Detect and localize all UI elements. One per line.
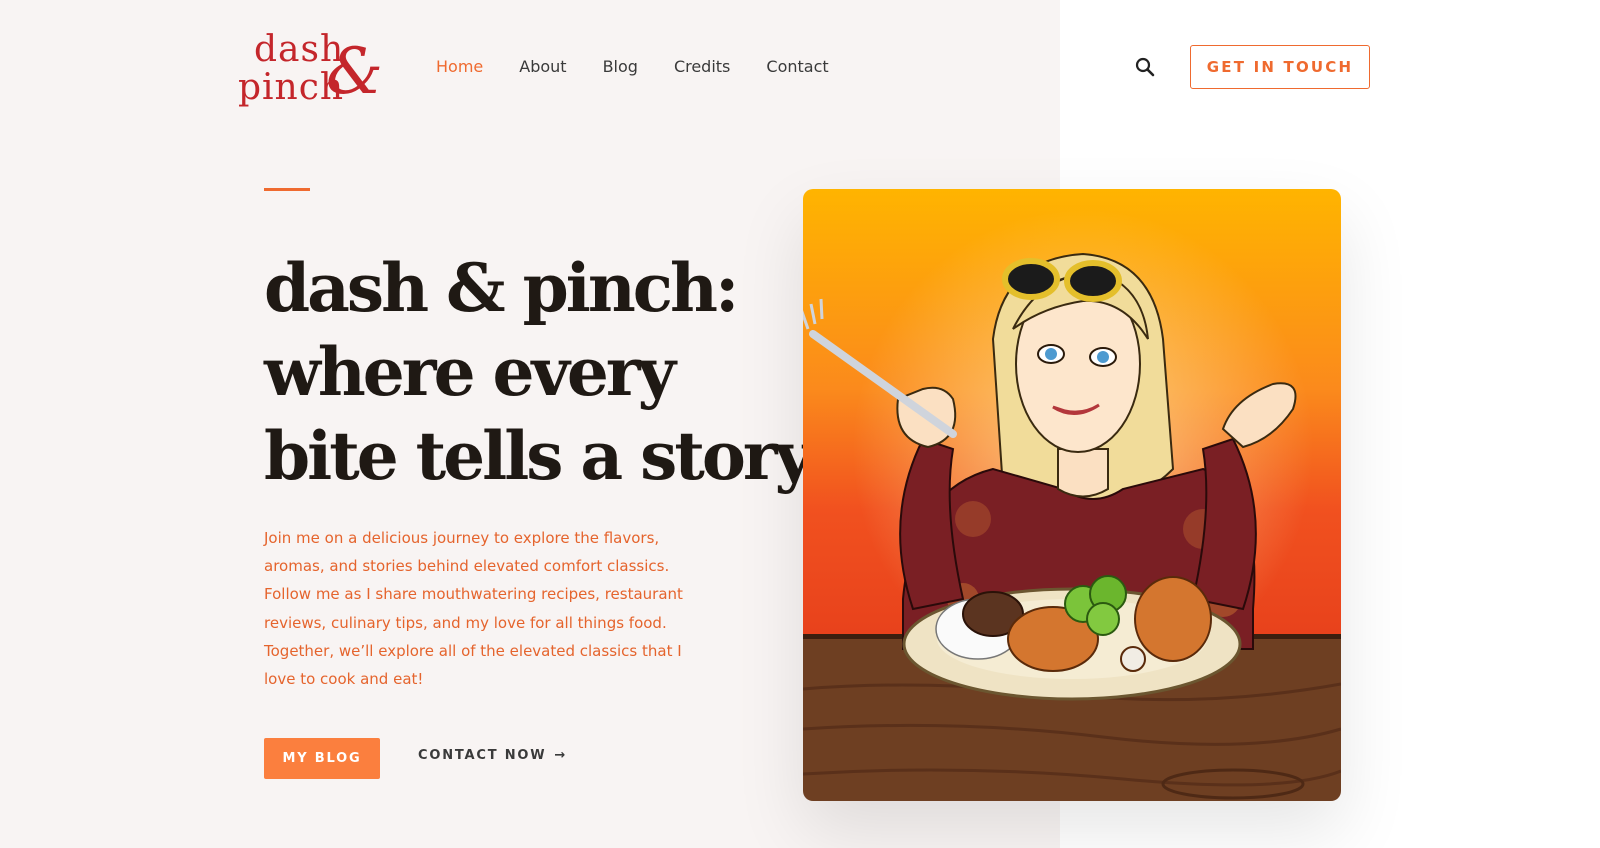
nav-item-contact[interactable]: Contact bbox=[766, 56, 828, 78]
search-icon[interactable] bbox=[1134, 56, 1156, 78]
logo-ampersand: & bbox=[326, 35, 383, 109]
my-blog-button[interactable]: MY BLOG bbox=[264, 738, 380, 779]
nav-item-home[interactable]: Home bbox=[436, 56, 483, 78]
hero-title-line-2: where every bbox=[264, 333, 676, 411]
cartoon-woman-eating-image bbox=[803, 189, 1341, 801]
arrow-right-icon: → bbox=[554, 748, 568, 763]
hero-illustration bbox=[803, 189, 1341, 801]
hero-title-line-3: bite tells a story bbox=[264, 417, 813, 495]
site-logo[interactable]: dash pinch & bbox=[238, 28, 386, 114]
hero-title-line-1: dash & pinch: bbox=[264, 249, 739, 327]
contact-now-link[interactable]: CONTACT NOW → bbox=[418, 748, 567, 763]
contact-now-label: CONTACT NOW bbox=[418, 748, 547, 763]
nav-item-about[interactable]: About bbox=[519, 56, 566, 78]
hero-description: Join me on a delicious journey to explor… bbox=[264, 529, 683, 689]
nav-item-credits[interactable]: Credits bbox=[674, 56, 730, 78]
main-nav: Home About Blog Credits Contact bbox=[436, 56, 865, 78]
get-in-touch-button[interactable]: GET IN TOUCH bbox=[1190, 45, 1370, 89]
nav-item-blog[interactable]: Blog bbox=[603, 56, 638, 78]
hero-title: dash & pinch: where every bite tells a s… bbox=[264, 246, 813, 498]
accent-divider bbox=[264, 188, 310, 191]
